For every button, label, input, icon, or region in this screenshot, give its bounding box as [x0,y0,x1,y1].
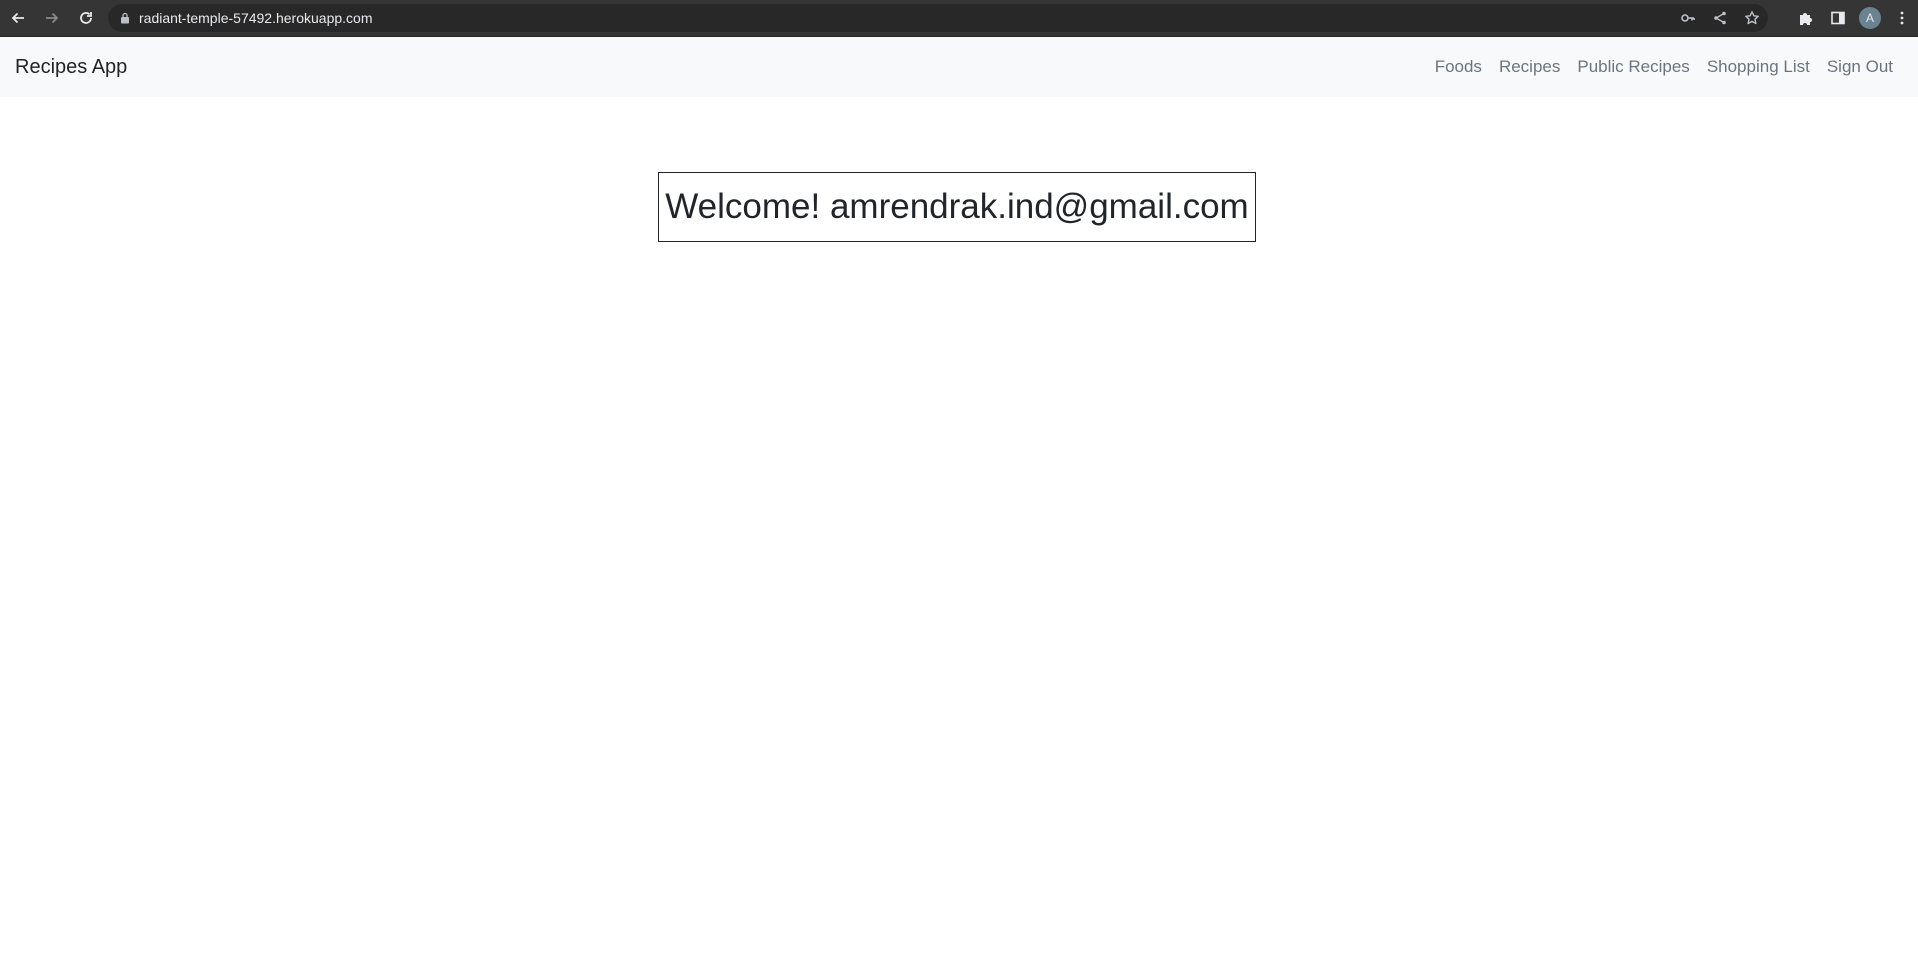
url-text[interactable]: radiant-temple-57492.herokuapp.com [139,10,372,26]
address-bar[interactable]: radiant-temple-57492.herokuapp.com [108,4,1768,32]
nav-link-foods[interactable]: Foods [1435,57,1482,77]
puzzle-icon[interactable] [1790,0,1822,36]
forward-arrow-icon [46,12,59,24]
forward-button[interactable] [36,2,68,34]
side-panel-icon[interactable] [1822,0,1854,36]
nav-link-shopping-list[interactable]: Shopping List [1707,57,1810,77]
back-arrow-icon [11,12,24,24]
reload-button[interactable] [70,2,102,34]
avatar: A [1859,7,1881,29]
lock-icon[interactable] [120,12,130,24]
navbar: Recipes App Foods Recipes Public Recipes… [0,37,1918,97]
welcome-box: Welcome! amrendrak.ind@gmail.com [658,172,1256,242]
nav-link-recipes[interactable]: Recipes [1499,57,1560,77]
back-button[interactable] [2,2,34,34]
brand-link[interactable]: Recipes App [15,56,127,79]
nav-links: Foods Recipes Public Recipes Shopping Li… [1418,57,1893,77]
star-icon[interactable] [1736,4,1768,32]
reload-icon [80,12,92,24]
kebab-menu-icon[interactable] [1886,0,1918,36]
nav-link-sign-out[interactable]: Sign Out [1827,57,1893,77]
nav-link-public-recipes[interactable]: Public Recipes [1577,57,1689,77]
share-icon[interactable] [1704,4,1736,32]
key-icon[interactable] [1672,4,1704,32]
welcome-message: Welcome! amrendrak.ind@gmail.com [665,187,1249,226]
profile-button[interactable]: A [1854,0,1886,36]
browser-toolbar: radiant-temple-57492.herokuapp.com A [0,0,1918,37]
